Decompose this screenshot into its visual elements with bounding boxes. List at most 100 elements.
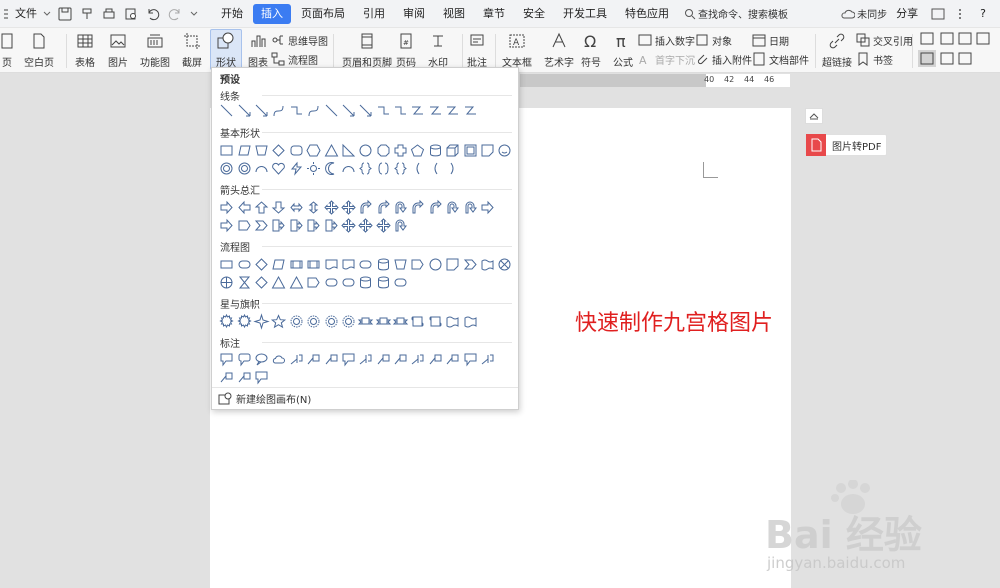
shape-uturn-icon[interactable] xyxy=(444,199,461,215)
shape-arc-icon[interactable] xyxy=(253,160,270,176)
shape-curv-icon[interactable] xyxy=(375,199,392,215)
shape-seal-icon[interactable] xyxy=(340,313,357,329)
shape-tri-icon[interactable] xyxy=(270,274,287,290)
shape-callell-icon[interactable] xyxy=(253,351,270,367)
shape-callline-icon[interactable] xyxy=(392,351,409,367)
shape-callbar-icon[interactable] xyxy=(409,351,426,367)
undo-icon[interactable] xyxy=(144,5,162,23)
shape-frame-icon[interactable] xyxy=(461,142,478,158)
shape-heart-icon[interactable] xyxy=(270,160,287,176)
shape-round-icon[interactable] xyxy=(288,142,305,158)
shape-pent-icon[interactable] xyxy=(409,142,426,158)
shape-elbow-icon[interactable] xyxy=(375,102,392,118)
shape-callbar-icon[interactable] xyxy=(357,351,374,367)
shape-rpar-icon[interactable] xyxy=(444,160,461,176)
shape-proc-icon[interactable] xyxy=(218,256,235,272)
sync-status[interactable]: 未同步 xyxy=(841,6,887,21)
shape-orj-icon[interactable] xyxy=(218,274,235,290)
tab-review[interactable]: 审阅 xyxy=(395,4,433,24)
skin-icon[interactable] xyxy=(929,5,947,23)
shape-ribbon-icon[interactable] xyxy=(357,313,374,329)
textbox-button[interactable]: A 文本框 xyxy=(502,30,532,70)
shape-callr-icon[interactable] xyxy=(322,217,339,233)
picture-button[interactable]: 图片 xyxy=(107,30,129,70)
shape-term-icon[interactable] xyxy=(392,274,409,290)
mindmap-button[interactable]: 思维导图 xyxy=(270,31,328,49)
shape-term-icon[interactable] xyxy=(357,256,374,272)
shape-uturn-icon[interactable] xyxy=(392,199,409,215)
tab-references[interactable]: 引用 xyxy=(355,4,393,24)
shape-seal-icon[interactable] xyxy=(288,313,305,329)
shape-callline-icon[interactable] xyxy=(375,351,392,367)
shape-ar-icon[interactable] xyxy=(479,199,496,215)
shape-pred-icon[interactable] xyxy=(305,256,322,272)
shape-ar-icon[interactable] xyxy=(218,217,235,233)
redo-icon[interactable] xyxy=(166,5,184,23)
shape-callr-icon[interactable] xyxy=(288,217,305,233)
header-footer-button[interactable]: 页眉和页脚 xyxy=(342,30,392,70)
shape-callline-icon[interactable] xyxy=(235,369,252,385)
shape-sun-icon[interactable] xyxy=(305,160,322,176)
shape-callr-icon[interactable] xyxy=(270,217,287,233)
shape-zig-icon[interactable] xyxy=(427,102,444,118)
shape-bolt-icon[interactable] xyxy=(288,160,305,176)
shape-scroll-icon[interactable] xyxy=(409,313,426,329)
shape-wave-icon[interactable] xyxy=(444,313,461,329)
shape-al-icon[interactable] xyxy=(235,199,252,215)
page-number-button[interactable]: # 页码 xyxy=(395,30,417,70)
shape-tri-icon[interactable] xyxy=(288,274,305,290)
shape-cube-icon[interactable] xyxy=(444,142,461,158)
shape-wave-icon[interactable] xyxy=(461,313,478,329)
shape-cyl-icon[interactable] xyxy=(357,274,374,290)
bookmark-button[interactable]: 书签 xyxy=(855,50,893,68)
shape-brace-icon[interactable] xyxy=(392,160,409,176)
watermark-button[interactable]: 水印 xyxy=(427,30,449,70)
shape-term-icon[interactable] xyxy=(340,274,357,290)
shape-a4-icon[interactable] xyxy=(357,217,374,233)
shape-moon-icon[interactable] xyxy=(322,160,339,176)
shape-lpar-icon[interactable] xyxy=(409,160,426,176)
shape-wave-icon[interactable] xyxy=(479,256,496,272)
shape-a4-icon[interactable] xyxy=(340,217,357,233)
shape-seal-icon[interactable] xyxy=(322,313,339,329)
shape-line-icon[interactable] xyxy=(218,102,235,118)
print-preview-icon[interactable] xyxy=(122,5,140,23)
shape-smile-icon[interactable] xyxy=(496,142,513,158)
screenshot-button[interactable]: 截屏 xyxy=(181,30,203,70)
collapse-panel-button[interactable] xyxy=(805,108,823,124)
shape-pent2-icon[interactable] xyxy=(305,274,322,290)
shape-cyl-icon[interactable] xyxy=(375,274,392,290)
wordart-button[interactable]: 艺术字 xyxy=(544,30,574,70)
first-char-sink-button[interactable]: A 首字下沉 xyxy=(637,50,695,68)
shape-curv-icon[interactable] xyxy=(409,199,426,215)
shape-curve-icon[interactable] xyxy=(305,102,322,118)
shape-callline-icon[interactable] xyxy=(444,351,461,367)
shape-uturn-icon[interactable] xyxy=(392,217,409,233)
shape-star4-icon[interactable] xyxy=(253,312,270,330)
shape-arrowline-icon[interactable] xyxy=(253,102,270,118)
shape-star5-icon[interactable] xyxy=(270,313,287,329)
shape-donut-icon[interactable] xyxy=(218,160,235,176)
tab-section[interactable]: 章节 xyxy=(475,4,513,24)
shape-zig-icon[interactable] xyxy=(444,102,461,118)
tab-developer[interactable]: 开发工具 xyxy=(555,4,615,24)
shape-cyl-icon[interactable] xyxy=(427,142,444,158)
date-button[interactable]: 日期 xyxy=(751,31,789,49)
more-options-icon[interactable] xyxy=(951,5,969,23)
shape-oct-icon[interactable] xyxy=(375,142,392,158)
page-button[interactable]: 页 xyxy=(0,30,18,70)
shape-bracket-icon[interactable] xyxy=(375,160,392,176)
shape-callrect-icon[interactable] xyxy=(461,351,478,367)
shape-diamond-icon[interactable] xyxy=(270,142,287,158)
shape-ribbon-icon[interactable] xyxy=(375,313,392,329)
shape-alr-icon[interactable] xyxy=(288,199,305,215)
insert-attachment-button[interactable]: 插入附件 xyxy=(694,50,752,68)
shape-circle-icon[interactable] xyxy=(427,256,444,272)
shape-line-icon[interactable] xyxy=(322,102,339,118)
shape-hex-icon[interactable] xyxy=(305,142,322,158)
shape-button[interactable]: 形状 xyxy=(210,29,242,70)
more-icon[interactable] xyxy=(188,5,200,23)
shape-diamond-icon[interactable] xyxy=(253,256,270,272)
shape-elbow-icon[interactable] xyxy=(392,102,409,118)
shape-zig-icon[interactable] xyxy=(409,102,426,118)
